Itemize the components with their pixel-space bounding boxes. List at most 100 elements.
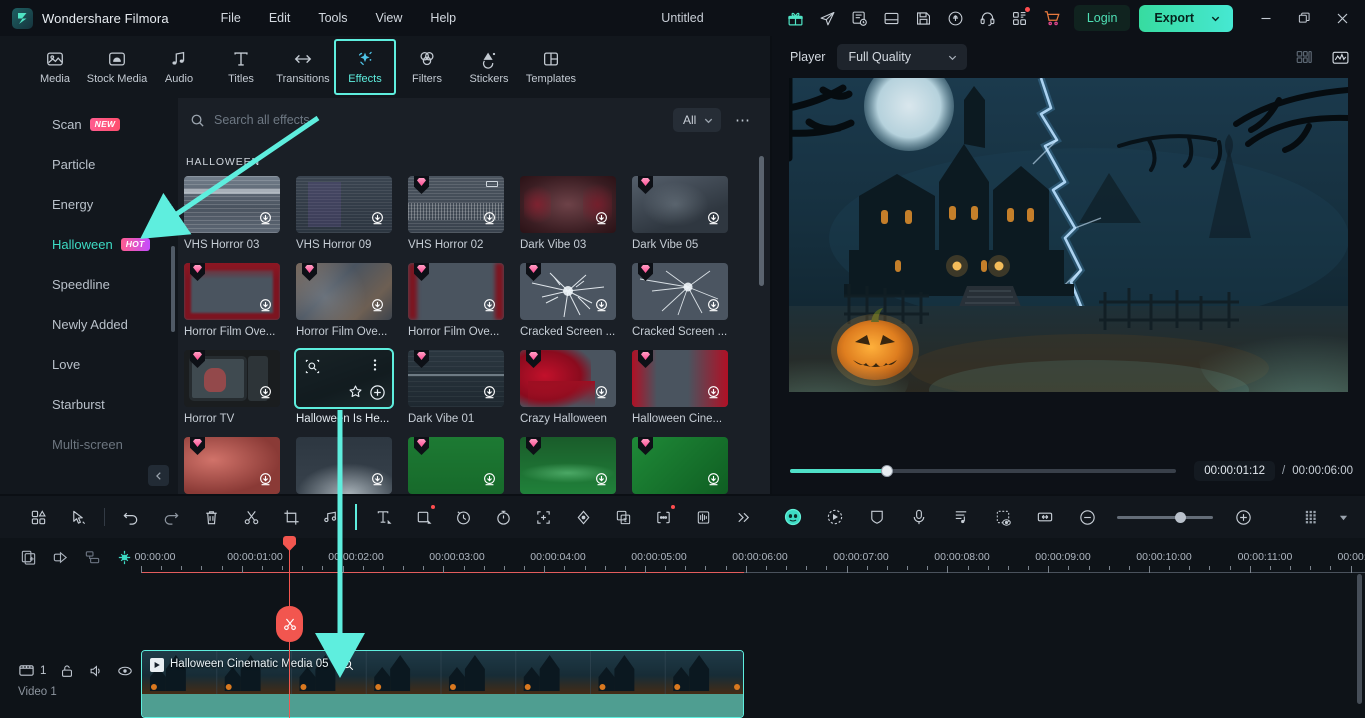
download-icon[interactable] [257, 210, 274, 227]
headset-icon[interactable] [972, 2, 1004, 34]
motion-tracking-icon[interactable] [815, 502, 855, 532]
ai-avatar-icon[interactable] [773, 502, 813, 532]
download-icon[interactable] [705, 297, 722, 314]
category-item-speedline[interactable]: Speedline [0, 264, 178, 304]
effect-card[interactable]: Horror Film Ove... [408, 263, 520, 338]
cart-icon[interactable] [1036, 2, 1068, 34]
category-item-halloween[interactable]: Halloween HOT [0, 224, 178, 264]
more-options-icon[interactable]: ⋯ [730, 111, 756, 129]
effect-card[interactable]: Horror Film Ove... [184, 263, 296, 338]
timeline-ruler[interactable]: 00:00:00 00:00:01:00 00:00:02:00 00:00:0… [135, 538, 1365, 574]
send-icon[interactable] [812, 2, 844, 34]
category-scrollbar[interactable] [171, 246, 175, 332]
effect-card[interactable]: VHS Horror 09 [296, 176, 408, 251]
menu-view[interactable]: View [362, 5, 417, 31]
mask-icon[interactable] [857, 502, 897, 532]
project-media-icon[interactable] [18, 502, 58, 532]
menu-help[interactable]: Help [416, 5, 470, 31]
auto-reframe-icon[interactable] [523, 502, 563, 532]
download-icon[interactable] [257, 297, 274, 314]
chevron-down-icon[interactable] [1333, 502, 1353, 532]
group-icon[interactable] [82, 547, 102, 567]
category-item-particle[interactable]: Particle [0, 144, 178, 184]
audio-detach-icon[interactable] [311, 502, 351, 532]
speed-icon[interactable] [443, 502, 483, 532]
effect-card[interactable]: Halloween Cine... [632, 350, 744, 425]
effect-more-menu-icon[interactable] [366, 356, 384, 374]
effect-card[interactable]: Crazy Halloween [520, 350, 632, 425]
silence-detect-icon[interactable] [643, 502, 683, 532]
download-icon[interactable] [705, 210, 722, 227]
zoom-in-button[interactable] [1223, 502, 1263, 532]
audio-wave-icon[interactable] [683, 502, 723, 532]
download-icon[interactable] [705, 384, 722, 401]
timeline-zoom-slider[interactable] [1117, 511, 1213, 523]
favorite-star-icon[interactable] [346, 382, 364, 400]
playhead[interactable] [276, 536, 303, 718]
minimize-button[interactable] [1247, 0, 1285, 36]
tab-titles[interactable]: Titles [210, 39, 272, 95]
render-preview-icon[interactable] [1291, 502, 1331, 532]
category-item-love[interactable]: Love [0, 344, 178, 384]
effect-card[interactable]: VHS Horror 02 [408, 176, 520, 251]
tab-effects[interactable]: Effects [334, 39, 396, 95]
tab-transitions[interactable]: Transitions [272, 39, 334, 95]
tab-stock-media[interactable]: Stock Media [86, 39, 148, 95]
effect-card[interactable] [408, 437, 520, 494]
category-item-newly-added[interactable]: Newly Added [0, 304, 178, 344]
crop-icon[interactable] [271, 502, 311, 532]
download-icon[interactable] [257, 471, 274, 488]
effect-card[interactable]: Cracked Screen ... [632, 263, 744, 338]
category-item-scan[interactable]: Scan NEW [0, 104, 178, 144]
tab-filters[interactable]: Filters [396, 39, 458, 95]
download-icon[interactable] [481, 471, 498, 488]
cloud-upload-icon[interactable] [940, 2, 972, 34]
download-icon[interactable] [705, 471, 722, 488]
menu-file[interactable]: File [207, 5, 255, 31]
maximize-button[interactable] [1285, 0, 1323, 36]
add-effect-icon[interactable] [368, 383, 386, 401]
effects-scrollbar[interactable] [759, 156, 764, 286]
green-screen-icon[interactable] [603, 502, 643, 532]
download-icon[interactable] [369, 471, 386, 488]
notes-icon[interactable] [844, 2, 876, 34]
effect-card[interactable]: Dark Vibe 03 [520, 176, 632, 251]
menu-tools[interactable]: Tools [304, 5, 361, 31]
download-icon[interactable] [593, 384, 610, 401]
category-item-energy[interactable]: Energy [0, 184, 178, 224]
tab-stickers[interactable]: Stickers [458, 39, 520, 95]
category-item-multi-screen[interactable]: Multi-screen [0, 424, 178, 464]
download-icon[interactable] [481, 297, 498, 314]
color-match-icon[interactable] [563, 502, 603, 532]
marker-icon[interactable] [983, 502, 1023, 532]
effect-card[interactable]: VHS Horror 03 [184, 176, 296, 251]
zoom-out-button[interactable] [1067, 502, 1107, 532]
menu-edit[interactable]: Edit [255, 5, 305, 31]
waveform-icon[interactable] [1327, 44, 1353, 70]
preview-zoom-icon[interactable] [303, 357, 321, 375]
split-at-playhead-button[interactable] [276, 606, 303, 642]
effect-card[interactable] [632, 437, 744, 494]
search-input[interactable] [214, 113, 664, 127]
download-icon[interactable] [593, 471, 610, 488]
download-icon[interactable] [481, 384, 498, 401]
effect-card[interactable] [296, 437, 408, 494]
layout-icon[interactable] [876, 2, 908, 34]
beat-detect-icon[interactable] [941, 502, 981, 532]
save-icon[interactable] [908, 2, 940, 34]
tab-audio[interactable]: Audio [148, 39, 210, 95]
marker-green-icon[interactable] [114, 547, 134, 567]
effect-card[interactable] [184, 437, 296, 494]
timeline-vertical-scrollbar[interactable] [1357, 574, 1362, 704]
close-button[interactable] [1323, 0, 1361, 36]
tab-media[interactable]: Media [24, 39, 86, 95]
effect-card[interactable]: Horror TV [184, 350, 296, 425]
download-icon[interactable] [369, 210, 386, 227]
apps-grid-icon[interactable] [1004, 2, 1036, 34]
quality-dropdown[interactable]: Full Quality [837, 44, 968, 70]
download-icon[interactable] [593, 297, 610, 314]
seek-bar[interactable] [790, 465, 1177, 477]
new-track-icon[interactable] [18, 547, 38, 567]
login-button[interactable]: Login [1073, 5, 1131, 31]
download-icon[interactable] [481, 210, 498, 227]
